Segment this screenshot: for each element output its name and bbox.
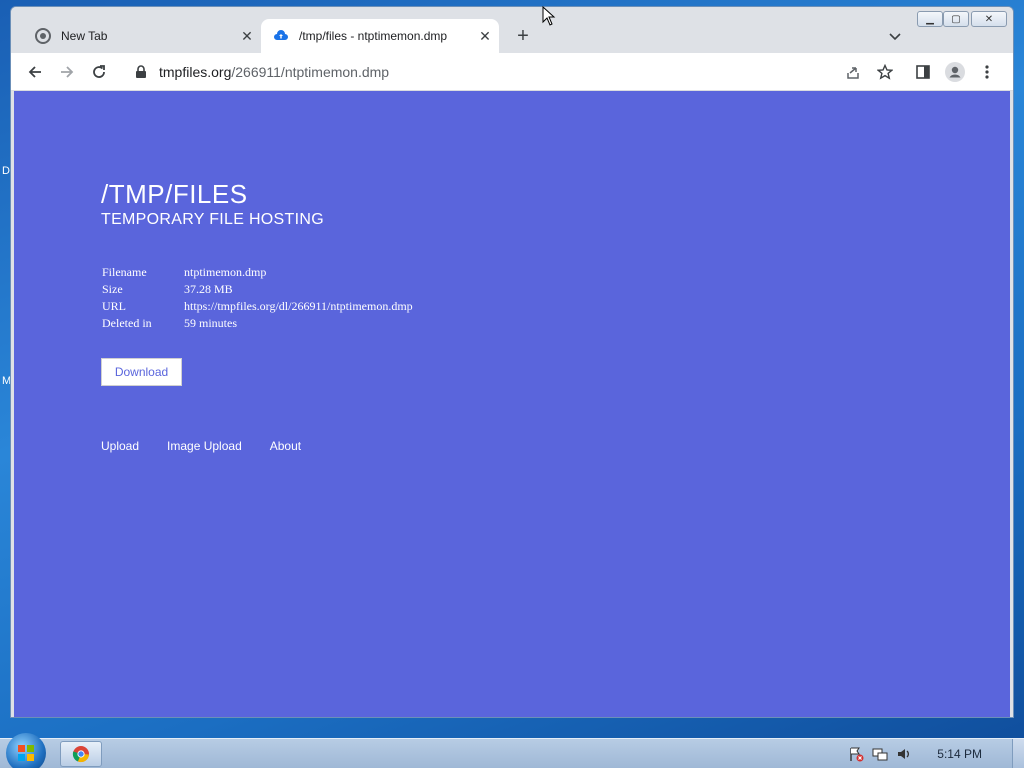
action-center-flag-icon[interactable]	[847, 745, 865, 763]
system-tray: 5:14 PM	[847, 739, 1024, 768]
side-panel-icon[interactable]	[909, 58, 937, 86]
url-path: /266911/ntptimemon.dmp	[231, 64, 390, 80]
info-row-deleted: Deleted in 59 minutes	[102, 316, 413, 333]
footer-nav: Upload Image Upload About	[101, 439, 329, 453]
nav-link-upload[interactable]: Upload	[101, 439, 139, 453]
close-window-button[interactable]: ✕	[971, 11, 1007, 27]
reload-icon[interactable]	[85, 58, 113, 86]
url-host: tmpfiles.org	[159, 64, 232, 80]
taskbar-clock[interactable]: 5:14 PM	[937, 747, 982, 761]
address-bar[interactable]: tmpfiles.org/266911/ntptimemon.dmp	[123, 57, 873, 87]
info-label: Filename	[102, 265, 147, 279]
page-content: /TMP/FILES TEMPORARY FILE HOSTING Filena…	[14, 91, 1010, 717]
close-tab-icon[interactable]: ✕	[237, 26, 257, 46]
close-tab-icon[interactable]: ✕	[475, 26, 495, 46]
desktop-icon-label: D	[2, 165, 10, 177]
tab-strip: New Tab ✕ /tmp/files - ntptimemon.dmp ✕ …	[11, 7, 1013, 53]
info-label: Deleted in	[102, 316, 152, 330]
info-value: 37.28 MB	[184, 282, 233, 296]
tab-new-tab[interactable]: New Tab ✕	[23, 19, 261, 53]
info-row-filename: Filename ntptimemon.dmp	[102, 265, 413, 282]
chrome-icon	[72, 746, 89, 763]
network-icon[interactable]	[871, 745, 889, 763]
share-icon[interactable]	[839, 58, 867, 86]
info-value: ntptimemon.dmp	[184, 265, 267, 279]
windows-logo-icon	[18, 745, 34, 761]
tab-title: /tmp/files - ntptimemon.dmp	[299, 29, 448, 43]
browser-window: New Tab ✕ /tmp/files - ntptimemon.dmp ✕ …	[10, 6, 1014, 718]
info-row-url: URL https://tmpfiles.org/dl/266911/ntpti…	[102, 299, 413, 316]
maximize-button[interactable]: ▢	[943, 11, 969, 27]
info-row-size: Size 37.28 MB	[102, 282, 413, 299]
file-info-table: Filename ntptimemon.dmp Size 37.28 MB UR…	[102, 265, 413, 333]
page-title: /TMP/FILES	[101, 179, 248, 209]
chrome-icon	[35, 28, 51, 44]
taskbar: 5:14 PM	[0, 733, 1024, 768]
volume-icon[interactable]	[895, 745, 913, 763]
mouse-cursor-icon	[542, 5, 556, 31]
lock-icon[interactable]	[133, 64, 149, 80]
taskbar-chrome-button[interactable]	[60, 741, 102, 767]
tab-search-chevron-icon[interactable]	[885, 27, 905, 47]
info-value: https://tmpfiles.org/dl/266911/ntptimemo…	[184, 299, 413, 313]
cloud-upload-icon	[273, 28, 289, 44]
page-subtitle: TEMPORARY FILE HOSTING	[101, 211, 324, 228]
nav-link-about[interactable]: About	[270, 439, 301, 453]
tab-title: New Tab	[61, 29, 108, 43]
info-value: 59 minutes	[184, 316, 237, 330]
start-button[interactable]	[6, 733, 46, 768]
minimize-button[interactable]: ▁	[917, 11, 943, 27]
back-arrow-icon[interactable]	[21, 58, 49, 86]
browser-toolbar: tmpfiles.org/266911/ntptimemon.dmp	[11, 53, 1013, 91]
show-desktop-button[interactable]	[1012, 739, 1024, 768]
bookmark-star-icon[interactable]	[871, 58, 899, 86]
tab-tmpfiles[interactable]: /tmp/files - ntptimemon.dmp ✕	[261, 19, 499, 53]
new-tab-button[interactable]: +	[511, 24, 535, 48]
forward-arrow-icon[interactable]	[53, 58, 81, 86]
download-button[interactable]: Download	[101, 358, 182, 386]
kebab-menu-icon[interactable]	[973, 58, 1001, 86]
nav-link-image-upload[interactable]: Image Upload	[167, 439, 242, 453]
info-label: URL	[102, 299, 126, 313]
info-label: Size	[102, 282, 123, 296]
profile-avatar-icon[interactable]	[941, 58, 969, 86]
